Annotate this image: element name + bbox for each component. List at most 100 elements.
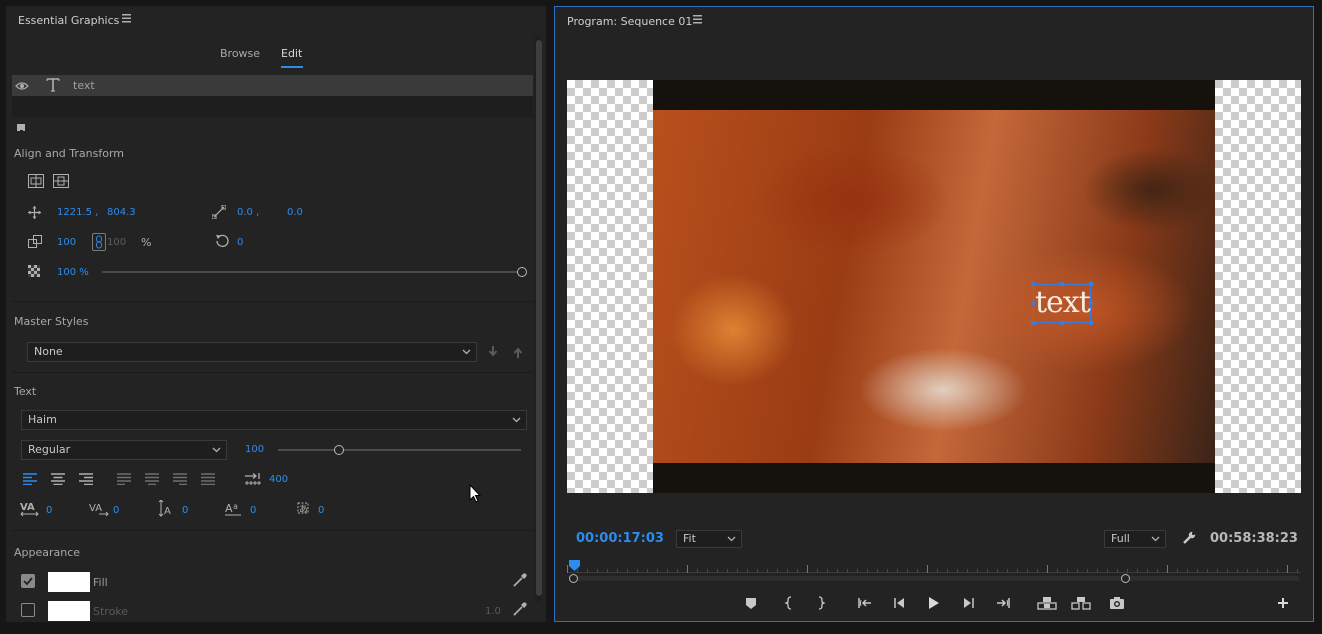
zoom-level-select[interactable]: Fit (676, 530, 742, 548)
text-layer-icon (46, 78, 60, 92)
tsume-value[interactable]: 0 (318, 505, 324, 516)
go-to-in-icon[interactable] (857, 595, 873, 611)
anchor-x-value[interactable]: 0.0 , (237, 207, 259, 218)
panel-scrollbar-thumb[interactable] (536, 40, 542, 596)
position-y-value[interactable]: 804.3 (107, 207, 136, 218)
mouse-cursor-icon (469, 484, 481, 503)
new-layer-icon[interactable] (17, 124, 27, 134)
opacity-slider-track[interactable] (102, 271, 522, 273)
stroke-eyedropper-icon[interactable] (513, 602, 527, 616)
opacity-value[interactable]: 100 % (57, 267, 89, 278)
eye-icon[interactable] (15, 81, 29, 91)
tracking-value[interactable]: 0 (113, 505, 119, 516)
position-x-value[interactable]: 1221.5 , (57, 207, 98, 218)
justify-last-right-icon[interactable] (173, 473, 187, 485)
zoom-bar-start-handle[interactable] (569, 574, 578, 583)
chevron-down-icon (1151, 536, 1160, 542)
section-divider (12, 301, 533, 302)
fill-eyedropper-icon[interactable] (513, 573, 527, 587)
panel-title: Program: Sequence 01 (567, 15, 693, 28)
svg-text:VA: VA (20, 502, 35, 513)
tab-edit[interactable]: Edit (281, 47, 302, 60)
zoom-scroll-bar[interactable] (573, 576, 1299, 581)
lift-icon[interactable] (1037, 595, 1057, 611)
playhead-timecode[interactable]: 00:00:17:03 (576, 531, 664, 546)
font-family-select[interactable]: Haim (21, 410, 527, 430)
font-size-slider-track[interactable] (278, 449, 521, 451)
resize-handle[interactable] (1089, 321, 1093, 325)
canvas-text-layer[interactable]: text (1035, 285, 1091, 320)
zoom-level-value: Fit (683, 532, 696, 545)
add-marker-icon[interactable] (743, 595, 759, 611)
playback-resolution-value: Full (1111, 532, 1130, 545)
sync-master-style-icon[interactable] (513, 346, 523, 358)
go-to-out-icon[interactable] (995, 595, 1011, 611)
stroke-color-swatch[interactable] (48, 601, 90, 621)
baseline-shift-icon: Aa (225, 501, 243, 517)
scale-value[interactable]: 100 (57, 237, 76, 248)
section-divider (12, 372, 533, 373)
mark-in-icon[interactable] (781, 595, 797, 611)
time-ruler[interactable] (567, 563, 1301, 573)
stroke-checkbox[interactable] (21, 603, 35, 617)
playhead-marker[interactable] (569, 560, 580, 572)
font-size-value[interactable]: 100 (245, 444, 264, 455)
constrain-proportions-link-icon[interactable] (92, 233, 106, 251)
playback-resolution-select[interactable]: Full (1104, 530, 1166, 548)
font-size-slider-handle[interactable] (334, 445, 344, 455)
align-center-icon[interactable] (51, 473, 65, 485)
resize-handle[interactable] (1031, 321, 1035, 325)
video-frame[interactable] (653, 80, 1215, 493)
zoom-bar-end-handle[interactable] (1121, 574, 1130, 583)
align-right-icon[interactable] (79, 473, 93, 485)
resize-handle[interactable] (1060, 321, 1064, 325)
leading-value[interactable]: 0 (182, 505, 188, 516)
chevron-down-icon (512, 417, 521, 423)
baseline-shift-value[interactable]: 0 (250, 505, 256, 516)
step-back-icon[interactable] (891, 595, 907, 611)
text-section-title: Text (14, 385, 37, 398)
anchor-point-icon (212, 205, 226, 219)
fill-checkbox[interactable] (21, 574, 35, 588)
essential-graphics-panel: Essential Graphics Browse Edit text Alig… (6, 6, 546, 622)
align-vertical-center-icon[interactable] (53, 174, 69, 188)
program-monitor-panel: Program: Sequence 01 text 00:00:17:03 Fi… (554, 6, 1314, 622)
align-transform-title: Align and Transform (14, 147, 124, 160)
fill-label: Fill (93, 576, 108, 589)
scale-height-value: 100 (107, 237, 127, 248)
layer-list (12, 96, 533, 118)
svg-text:A: A (225, 502, 233, 515)
rotation-value[interactable]: 0 (237, 237, 243, 248)
align-left-icon[interactable] (23, 473, 37, 485)
justify-all-icon[interactable] (201, 473, 215, 485)
svg-text:a: a (233, 502, 238, 511)
push-to-master-style-icon[interactable] (488, 346, 498, 358)
play-icon[interactable] (925, 595, 941, 611)
justify-last-left-icon[interactable] (117, 473, 131, 485)
tab-width-value[interactable]: 400 (269, 474, 288, 485)
stroke-width-value[interactable]: 1.0 (485, 606, 501, 617)
chevron-down-icon (212, 447, 221, 453)
svg-text:あ: あ (299, 504, 308, 515)
active-tab-indicator (281, 66, 303, 68)
panel-menu-icon[interactable] (122, 14, 132, 23)
tab-width-icon (245, 473, 261, 485)
justify-last-center-icon[interactable] (145, 473, 159, 485)
step-forward-icon[interactable] (961, 595, 977, 611)
master-styles-select[interactable]: None (27, 342, 477, 362)
export-frame-camera-icon[interactable] (1109, 595, 1125, 611)
anchor-y-value[interactable]: 0.0 (287, 207, 303, 218)
kerning-value[interactable]: 0 (46, 505, 52, 516)
settings-wrench-icon[interactable] (1182, 531, 1196, 545)
font-style-select[interactable]: Regular (21, 440, 227, 460)
button-editor-plus-icon[interactable] (1275, 595, 1291, 611)
opacity-slider-handle[interactable] (517, 267, 527, 277)
mark-out-icon[interactable] (813, 595, 829, 611)
panel-menu-icon[interactable] (693, 15, 703, 24)
fill-color-swatch[interactable] (48, 572, 90, 592)
font-style-value: Regular (28, 443, 71, 456)
tab-browse[interactable]: Browse (220, 47, 260, 60)
extract-icon[interactable] (1071, 595, 1091, 611)
stroke-label: Stroke (93, 605, 129, 618)
align-horizontal-center-icon[interactable] (28, 174, 44, 188)
